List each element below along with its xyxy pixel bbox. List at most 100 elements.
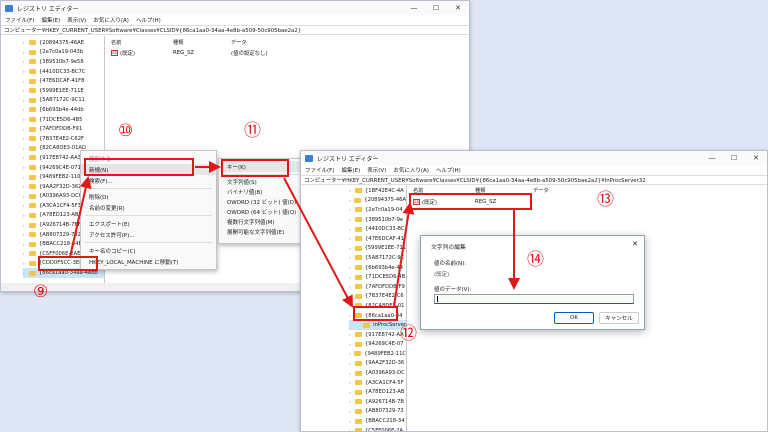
expand-arrow-icon[interactable]: › bbox=[23, 271, 28, 276]
address-bar[interactable]: コンピューター¥HKEY_CURRENT_USER¥Software¥Class… bbox=[301, 175, 767, 185]
expand-arrow-icon[interactable]: › bbox=[23, 127, 28, 132]
tree-item[interactable]: › {A78ED123-AB bbox=[349, 387, 406, 397]
ok-button[interactable]: OK bbox=[554, 312, 594, 324]
menu-item-delete[interactable]: 削除(D) bbox=[81, 191, 216, 202]
tree-item[interactable]: › {6b693b4e-44 bbox=[349, 263, 406, 273]
cancel-button[interactable]: キャンセル bbox=[599, 312, 639, 324]
menu-edit[interactable]: 編集(E) bbox=[341, 166, 360, 174]
expand-arrow-icon[interactable]: › bbox=[349, 246, 354, 251]
menu-favorites[interactable]: お気に入り(A) bbox=[93, 16, 129, 24]
tree-item[interactable]: InProcServer bbox=[349, 320, 406, 330]
expand-arrow-icon[interactable]: › bbox=[349, 207, 354, 212]
tree-item[interactable]: › {A926714B-7B bbox=[349, 397, 406, 407]
tree-item[interactable]: › {7AFDFDDB-F9 bbox=[349, 282, 406, 292]
expand-arrow-icon[interactable]: › bbox=[23, 203, 28, 208]
tree-item[interactable]: › {94269C4E-07 bbox=[349, 340, 406, 350]
expand-arrow-icon[interactable]: › bbox=[23, 98, 28, 103]
minimize-button[interactable]: — bbox=[403, 4, 425, 12]
tree-item[interactable]: › {20894375-46AE bbox=[23, 38, 104, 48]
tree-item[interactable]: › {AB807329-73 bbox=[349, 407, 406, 417]
expand-arrow-icon[interactable]: › bbox=[349, 380, 354, 385]
tree-item[interactable]: › {71DCE5D6-4B bbox=[349, 272, 406, 282]
column-name-header[interactable]: 名前 bbox=[111, 39, 173, 46]
tree-item[interactable]: › {9489FEB2-11C bbox=[349, 349, 406, 359]
tree-item[interactable]: › {C5FF006E-2A bbox=[349, 426, 406, 431]
tree-item[interactable]: › {A0396A93-DC bbox=[349, 368, 406, 378]
submenu-item-string[interactable]: 文字列値(S) bbox=[219, 177, 303, 187]
tree-item[interactable]: › {7AFDFDDB-F91 bbox=[23, 124, 104, 134]
expand-arrow-icon[interactable]: › bbox=[23, 261, 28, 266]
menu-view[interactable]: 表示(V) bbox=[367, 166, 386, 174]
expand-arrow-icon[interactable]: › bbox=[23, 59, 28, 64]
tree-item[interactable]: › {6b693b4e-44db bbox=[23, 105, 104, 115]
expand-arrow-icon[interactable]: › bbox=[349, 371, 354, 376]
expand-arrow-icon[interactable]: › bbox=[23, 184, 28, 189]
maximize-button[interactable]: ☐ bbox=[425, 4, 447, 12]
expand-arrow-icon[interactable]: › bbox=[349, 227, 354, 232]
expand-arrow-icon[interactable]: › bbox=[349, 390, 354, 395]
expand-arrow-icon[interactable]: › bbox=[23, 88, 28, 93]
expand-arrow-icon[interactable]: › bbox=[23, 165, 28, 170]
tree-item[interactable]: › {BBACC218-34 bbox=[349, 416, 406, 426]
menu-item-export[interactable]: エクスポート(E) bbox=[81, 218, 216, 229]
menu-item-rename[interactable]: 名前の変更(R) bbox=[81, 202, 216, 213]
expand-arrow-icon[interactable]: › bbox=[23, 136, 28, 141]
tree-item[interactable]: › {4410DC33-BC bbox=[349, 224, 406, 234]
expand-arrow-icon[interactable]: › bbox=[349, 198, 353, 203]
menu-item-permissions[interactable]: アクセス許可(P)... bbox=[81, 229, 216, 240]
menu-help[interactable]: ヘルプ(H) bbox=[436, 166, 461, 174]
tree-item[interactable]: › {5AB7172C-9C11 bbox=[23, 96, 104, 106]
expand-arrow-icon[interactable]: › bbox=[23, 213, 28, 218]
expand-arrow-icon[interactable]: › bbox=[349, 399, 354, 404]
menu-edit[interactable]: 編集(E) bbox=[41, 16, 60, 24]
menu-item-find[interactable]: 検索(F)... bbox=[81, 175, 216, 186]
expand-arrow-icon[interactable]: › bbox=[23, 251, 28, 256]
menu-file[interactable]: ファイル(F) bbox=[5, 16, 34, 24]
column-data-header[interactable]: データ bbox=[533, 187, 549, 194]
expand-arrow-icon[interactable]: › bbox=[349, 275, 354, 280]
expand-arrow-icon[interactable]: › bbox=[349, 361, 354, 366]
menu-item-goto-hklm[interactable]: HKEY_LOCAL_MACHINE に移動(T) bbox=[81, 256, 216, 267]
submenu-item-qword[interactable]: QWORD (64 ビット) 値(Q) bbox=[219, 207, 303, 217]
expand-arrow-icon[interactable]: › bbox=[349, 342, 354, 347]
tree-item[interactable]: › {1BF42E4C-4A bbox=[349, 186, 406, 196]
menu-item-copy-key-name[interactable]: キー名のコピー(C) bbox=[81, 245, 216, 256]
tree-item[interactable]: › {5AB7172C-9C bbox=[349, 253, 406, 263]
tree-item[interactable]: › {20894375-46A bbox=[349, 196, 406, 206]
submenu-item-dword[interactable]: DWORD (32 ビット) 値(D) bbox=[219, 197, 303, 207]
expand-arrow-icon[interactable]: › bbox=[23, 107, 28, 112]
menu-file[interactable]: ファイル(F) bbox=[305, 166, 334, 174]
tree-item[interactable]: › {47E6DCAF-41 bbox=[349, 234, 406, 244]
expand-arrow-icon[interactable]: › bbox=[23, 69, 28, 74]
expand-arrow-icon[interactable]: › bbox=[349, 332, 354, 337]
menu-favorites[interactable]: お気に入り(A) bbox=[393, 166, 429, 174]
value-data-input[interactable] bbox=[434, 294, 634, 304]
expand-arrow-icon[interactable]: › bbox=[349, 409, 354, 414]
tree-item[interactable]: › {389510b7-9e bbox=[349, 215, 406, 225]
expand-arrow-icon[interactable]: › bbox=[23, 146, 28, 151]
submenu-item-multistring[interactable]: 複数行文字列値(M) bbox=[219, 217, 303, 227]
menu-view[interactable]: 表示(V) bbox=[67, 16, 86, 24]
expand-arrow-icon[interactable]: › bbox=[23, 175, 28, 180]
tree-item[interactable]: › {7B37E4E2-C62F bbox=[23, 134, 104, 144]
expand-arrow-icon[interactable]: › bbox=[349, 188, 354, 193]
submenu-item-binary[interactable]: バイナリ値(B) bbox=[219, 187, 303, 197]
maximize-button[interactable]: ☐ bbox=[723, 154, 745, 162]
expand-arrow-icon[interactable]: › bbox=[349, 419, 354, 424]
expand-arrow-icon[interactable]: › bbox=[23, 223, 28, 228]
tree-item[interactable]: › {71DCE5D6-4B5 bbox=[23, 115, 104, 125]
tree-item[interactable]: › {2e7c0a19-043b bbox=[23, 48, 104, 58]
tree-item[interactable]: › {4410DC33-BC7C bbox=[23, 67, 104, 77]
expand-arrow-icon[interactable]: › bbox=[349, 265, 354, 270]
tree-item[interactable]: › {389510b7-9e58 bbox=[23, 57, 104, 67]
expand-arrow-icon[interactable]: › bbox=[23, 79, 28, 84]
expand-arrow-icon[interactable]: › bbox=[349, 294, 354, 299]
submenu-item-expandstring[interactable]: 展開可能な文字列値(E) bbox=[219, 227, 303, 237]
expand-arrow-icon[interactable]: › bbox=[23, 50, 28, 55]
tree-item[interactable]: › {9AA2F32D-36 bbox=[349, 359, 406, 369]
expand-arrow-icon[interactable]: › bbox=[23, 232, 28, 237]
close-button[interactable]: ✕ bbox=[447, 4, 469, 12]
menu-help[interactable]: ヘルプ(H) bbox=[136, 16, 161, 24]
tree-item[interactable]: › {5999E1EE-711E bbox=[23, 86, 104, 96]
tree-item[interactable]: › {A3CA1CF4-5F bbox=[349, 378, 406, 388]
